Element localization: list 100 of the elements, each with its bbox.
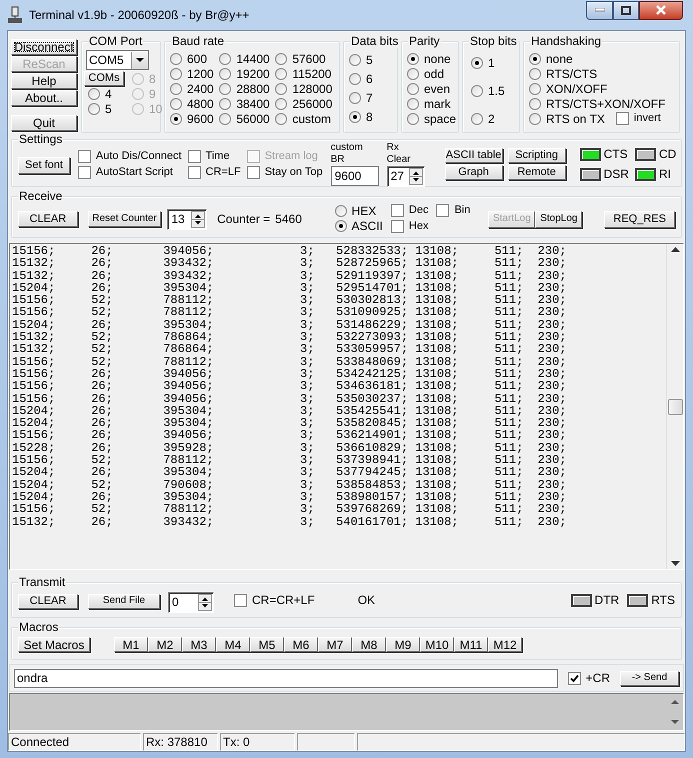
button[interactable]: M10 xyxy=(420,637,454,652)
radio-button[interactable] xyxy=(275,52,288,64)
checkbox-label: Hex xyxy=(408,218,428,234)
radio-button[interactable] xyxy=(407,82,419,94)
button[interactable]: COMs xyxy=(84,71,124,86)
checkbox[interactable] xyxy=(234,594,247,606)
radio-button[interactable] xyxy=(219,68,232,80)
checkbox[interactable] xyxy=(390,204,404,216)
button[interactable]: Graph xyxy=(444,165,503,180)
radio-button[interactable] xyxy=(219,52,232,64)
spin-field[interactable]: 27 xyxy=(386,166,425,186)
radio-label: 128000 xyxy=(292,80,332,98)
button[interactable]: Remote xyxy=(508,165,566,180)
maximize-icon[interactable] xyxy=(613,0,639,20)
minimize-icon[interactable] xyxy=(586,0,613,20)
button[interactable]: M8 xyxy=(352,637,386,652)
button[interactable]: Set Macros xyxy=(18,637,90,652)
checkbox[interactable] xyxy=(436,204,450,216)
button[interactable]: M12 xyxy=(488,637,522,652)
button[interactable]: -> Send xyxy=(620,670,679,686)
button[interactable]: M4 xyxy=(216,637,250,652)
button[interactable]: Reset Counter xyxy=(88,211,162,227)
radio-button[interactable] xyxy=(334,220,347,232)
button[interactable]: Disconnect xyxy=(11,39,77,55)
radio-button[interactable] xyxy=(219,112,232,124)
radio-label: odd xyxy=(424,66,444,82)
button[interactable]: M5 xyxy=(250,637,284,652)
button[interactable]: Scripting xyxy=(508,148,566,163)
spin-arrows-icon[interactable] xyxy=(191,210,206,228)
radio-button[interactable] xyxy=(471,56,483,68)
com-port-dropdown[interactable]: COM5 xyxy=(86,50,149,70)
radio-button[interactable] xyxy=(170,52,182,64)
radio-button[interactable] xyxy=(219,98,232,110)
close-icon[interactable] xyxy=(639,0,683,20)
radio-button[interactable] xyxy=(275,112,288,124)
button[interactable]: M1 xyxy=(114,637,148,652)
button[interactable]: M3 xyxy=(182,637,216,652)
radio-button[interactable] xyxy=(219,82,232,94)
checkbox[interactable] xyxy=(390,220,404,232)
status-text: OK xyxy=(358,592,376,609)
button[interactable]: About.. xyxy=(11,90,77,106)
radio-button[interactable] xyxy=(275,98,288,110)
radio-button[interactable] xyxy=(334,205,347,217)
radio-button[interactable] xyxy=(88,88,100,100)
radio-button[interactable] xyxy=(170,112,182,124)
checkbox[interactable] xyxy=(78,150,91,163)
radio-button[interactable] xyxy=(529,112,541,124)
button[interactable]: M2 xyxy=(148,637,182,652)
button[interactable]: Help xyxy=(11,73,77,89)
radio-button[interactable] xyxy=(349,110,361,122)
checkbox[interactable] xyxy=(188,166,201,179)
radio-button[interactable] xyxy=(407,52,419,64)
button[interactable]: REQ_RES xyxy=(604,210,675,228)
radio-button[interactable] xyxy=(529,68,541,80)
radio-button[interactable] xyxy=(407,112,419,124)
spin-field[interactable]: 0 xyxy=(168,592,214,612)
button[interactable]: Quit xyxy=(11,115,77,131)
radio-button[interactable] xyxy=(471,112,483,124)
input-field[interactable]: ondra xyxy=(14,668,558,688)
checkbox[interactable] xyxy=(568,672,581,684)
checkbox[interactable] xyxy=(78,166,91,179)
scroll-up-icon[interactable] xyxy=(670,247,680,252)
button[interactable]: CLEAR xyxy=(18,594,78,608)
radio-button[interactable] xyxy=(349,54,361,66)
button[interactable]: M11 xyxy=(454,637,488,652)
button[interactable]: StopLog xyxy=(535,210,582,228)
button[interactable]: Set font xyxy=(18,156,70,174)
button[interactable]: M7 xyxy=(318,637,352,652)
radio-button[interactable] xyxy=(529,82,541,94)
button[interactable]: Send File xyxy=(88,594,160,608)
radio-button[interactable] xyxy=(407,68,419,80)
spin-arrows-icon[interactable] xyxy=(408,168,423,184)
radio-button[interactable] xyxy=(275,68,288,80)
checkbox[interactable] xyxy=(616,112,629,125)
dropdown-caret-icon[interactable] xyxy=(131,52,148,68)
button[interactable]: CLEAR xyxy=(18,211,78,227)
radio-button[interactable] xyxy=(170,98,182,110)
radio-button[interactable] xyxy=(407,98,419,110)
radio-label: RTS/CTS+XON/XOFF xyxy=(546,96,666,112)
spin-field[interactable]: 13 xyxy=(167,208,208,230)
radio-button[interactable] xyxy=(529,52,541,64)
button[interactable]: ASCII table xyxy=(444,148,503,163)
radio-button[interactable] xyxy=(170,82,182,94)
scroll-down-icon[interactable] xyxy=(670,561,680,566)
radio-button[interactable] xyxy=(349,92,361,104)
radio-button[interactable] xyxy=(349,72,361,84)
checkbox[interactable] xyxy=(188,150,201,163)
spin-arrows-icon[interactable] xyxy=(198,594,212,610)
button[interactable]: M6 xyxy=(284,637,318,652)
button[interactable]: M9 xyxy=(386,637,420,652)
radio-button[interactable] xyxy=(170,68,182,80)
scrollbar[interactable] xyxy=(666,244,683,569)
scroll-thumb[interactable] xyxy=(668,398,682,414)
radio-button[interactable] xyxy=(88,102,100,114)
input-field[interactable]: 9600 xyxy=(330,166,379,186)
radio-label: mark xyxy=(424,96,451,112)
checkbox[interactable] xyxy=(246,166,260,179)
radio-button[interactable] xyxy=(471,84,483,96)
radio-button[interactable] xyxy=(529,98,541,110)
radio-button[interactable] xyxy=(275,82,288,94)
